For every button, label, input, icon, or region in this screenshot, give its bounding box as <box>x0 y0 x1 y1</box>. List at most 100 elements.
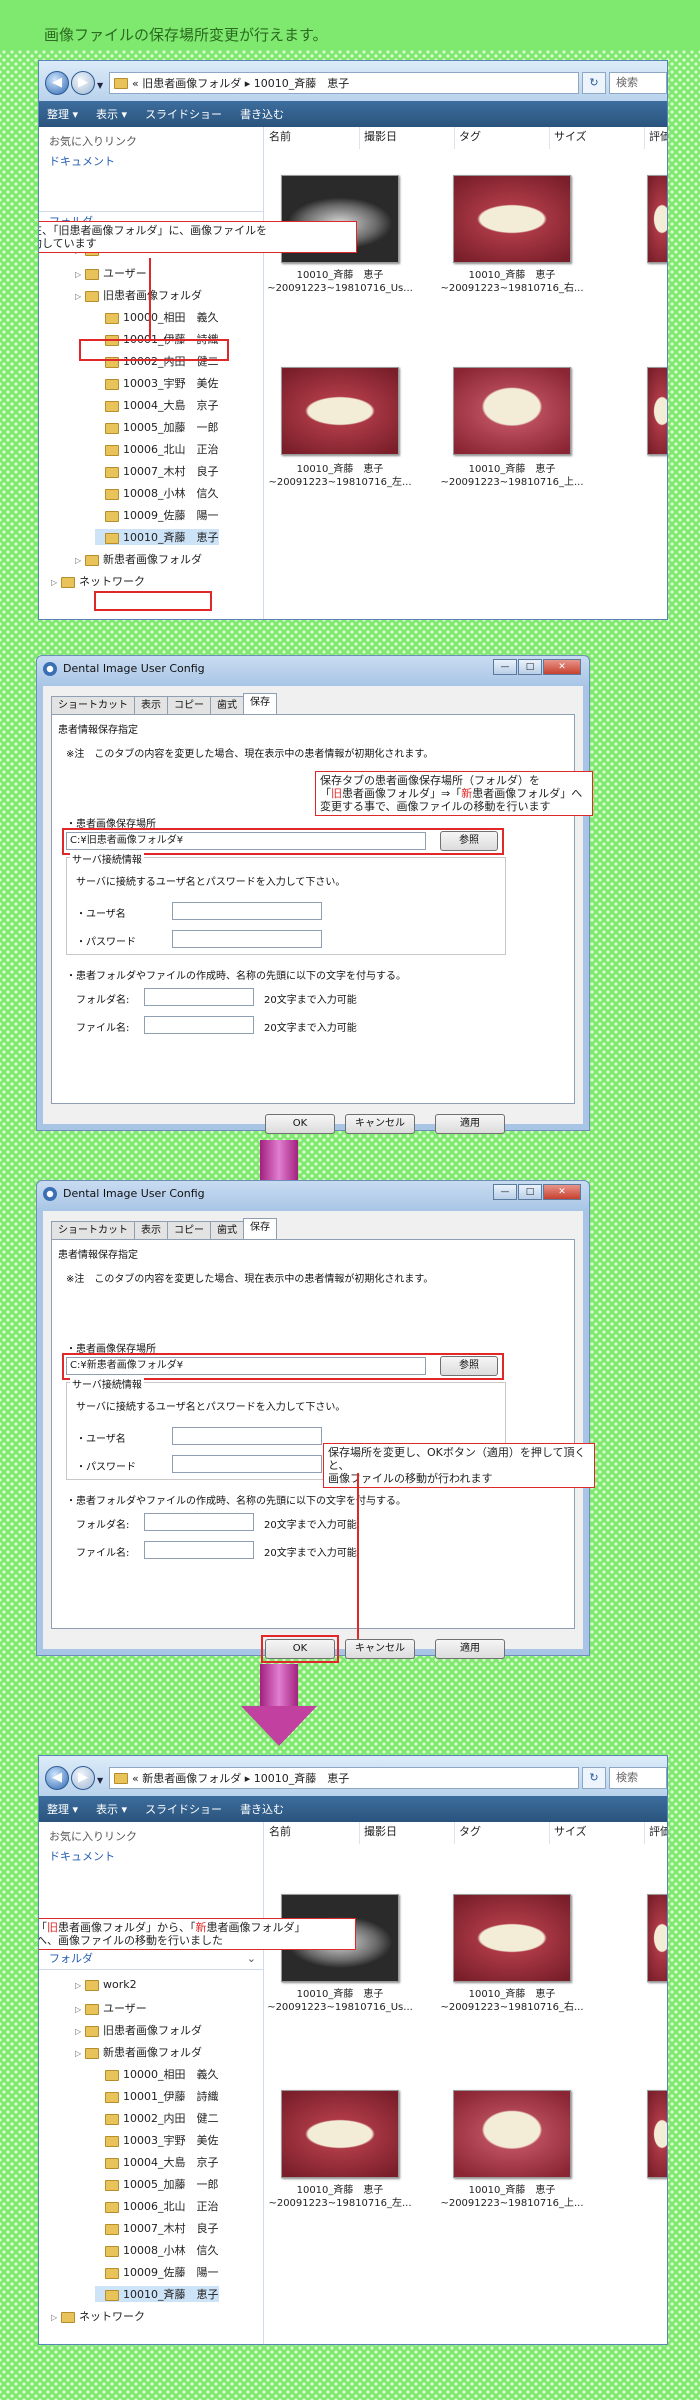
teeth-photo-thumbnail[interactable] <box>453 2090 571 2178</box>
tree-item[interactable]: 10009_佐藤 陽一 <box>95 2264 219 2280</box>
tree-item[interactable]: 10004_大島 京子 <box>95 397 219 413</box>
expand-arrow-icon[interactable]: ▷ <box>75 292 85 301</box>
column-name[interactable]: 名前 <box>265 127 360 149</box>
documents-link[interactable]: ドキュメント <box>49 1848 115 1864</box>
forward-icon[interactable]: ▶ <box>71 71 95 95</box>
tree-item[interactable]: 10008_小林 信久 <box>95 2242 219 2258</box>
partial-thumbnail[interactable] <box>647 175 667 263</box>
column-size[interactable]: サイズ <box>550 1822 645 1844</box>
tree-item[interactable]: 10006_北山 正治 <box>95 2198 219 2214</box>
tree-item[interactable]: ▷ 旧患者画像フォルダ <box>75 2022 202 2038</box>
tree-item[interactable]: ▷ 旧患者画像フォルダ <box>75 287 202 303</box>
expand-arrow-icon[interactable]: ▷ <box>51 578 61 587</box>
refresh-icon[interactable]: ↻ <box>582 72 606 94</box>
tab-shortcut[interactable]: ショートカット <box>51 1221 135 1239</box>
teeth-photo-thumbnail[interactable] <box>453 367 571 455</box>
expand-arrow-icon[interactable]: ▷ <box>75 2027 85 2036</box>
tree-item[interactable]: 10003_宇野 美佐 <box>95 2132 219 2148</box>
password-input[interactable] <box>172 1455 322 1473</box>
expand-arrow-icon[interactable]: ▷ <box>75 556 85 565</box>
slideshow-button[interactable]: スライドショー <box>145 106 222 122</box>
tree-item[interactable]: 10006_北山 正治 <box>95 441 219 457</box>
ok-button[interactable]: OK <box>265 1114 335 1134</box>
organize-button[interactable]: 整理 ▾ <box>47 1801 78 1817</box>
apply-button[interactable]: 適用 <box>435 1639 505 1659</box>
tree-item[interactable]: 10007_木村 良子 <box>95 463 219 479</box>
tree-item[interactable]: 10009_佐藤 陽一 <box>95 507 219 523</box>
burn-button[interactable]: 書き込む <box>240 106 284 122</box>
tab-shortcut[interactable]: ショートカット <box>51 696 135 714</box>
tree-item[interactable]: 10010_斉藤 恵子 <box>95 529 219 545</box>
tab-save[interactable]: 保存 <box>243 1218 277 1239</box>
partial-thumbnail[interactable] <box>647 2090 667 2178</box>
back-icon[interactable]: ◀ <box>45 1766 69 1790</box>
cancel-button[interactable]: キャンセル <box>345 1639 415 1659</box>
tree-item[interactable]: 10000_相田 義久 <box>95 309 219 325</box>
tab-display[interactable]: 表示 <box>134 696 168 714</box>
tree-item[interactable]: 10005_加藤 一郎 <box>95 2176 219 2192</box>
teeth-photo-thumbnail[interactable] <box>453 175 571 263</box>
folder-name-input[interactable] <box>144 1513 254 1531</box>
tree-item[interactable]: ▷ ネットワーク <box>51 2308 145 2324</box>
tree-item[interactable]: ▷ ユーザー <box>75 2000 147 2016</box>
teeth-photo-thumbnail[interactable] <box>281 2090 399 2178</box>
organize-button[interactable]: 整理 ▾ <box>47 106 78 122</box>
partial-thumbnail[interactable] <box>647 1894 667 1982</box>
tab-display[interactable]: 表示 <box>134 1221 168 1239</box>
tree-item[interactable]: ▷ work2 <box>75 1978 137 1991</box>
tree-item[interactable]: 10001_伊藤 詩織 <box>95 2088 219 2104</box>
minimize-icon[interactable]: — <box>493 659 517 675</box>
burn-button[interactable]: 書き込む <box>240 1801 284 1817</box>
refresh-icon[interactable]: ↻ <box>582 1767 606 1789</box>
tree-item[interactable]: ▷ 新患者画像フォルダ <box>75 551 202 567</box>
forward-icon[interactable]: ▶ <box>71 1766 95 1790</box>
tree-item[interactable]: ▷ 新患者画像フォルダ <box>75 2044 202 2060</box>
address-field[interactable]: « 新患者画像フォルダ ▸ 10010_斉藤 恵子 <box>109 1767 579 1789</box>
slideshow-button[interactable]: スライドショー <box>145 1801 222 1817</box>
username-input[interactable] <box>172 902 322 920</box>
history-dropdown-icon[interactable]: ▼ <box>97 81 103 90</box>
password-input[interactable] <box>172 930 322 948</box>
close-icon[interactable]: ✕ <box>543 1184 581 1200</box>
tree-item[interactable]: 10004_大島 京子 <box>95 2154 219 2170</box>
tab-copy[interactable]: コピー <box>167 696 211 714</box>
breadcrumb-current[interactable]: 10010_斉藤 恵子 <box>254 75 350 91</box>
expand-arrow-icon[interactable]: ▷ <box>75 2005 85 2014</box>
column-rating[interactable]: 評価 <box>645 127 667 149</box>
tree-item[interactable]: 10000_相田 義久 <box>95 2066 219 2082</box>
search-input[interactable]: 検索 <box>609 1767 667 1789</box>
file-name-input[interactable] <box>144 1016 254 1034</box>
breadcrumb-root[interactable]: 新患者画像フォルダ <box>142 1770 241 1786</box>
view-button[interactable]: 表示 ▾ <box>96 1801 127 1817</box>
folders-header[interactable]: フォルダ ⌄ <box>39 1948 264 1970</box>
tab-dental-chart[interactable]: 歯式 <box>210 696 244 714</box>
view-button[interactable]: 表示 ▾ <box>96 106 127 122</box>
tree-item[interactable]: 10010_斉藤 恵子 <box>95 2286 219 2302</box>
tree-item[interactable]: 10005_加藤 一郎 <box>95 419 219 435</box>
expand-arrow-icon[interactable]: ▷ <box>75 1981 85 1990</box>
teeth-photo-thumbnail[interactable] <box>281 367 399 455</box>
breadcrumb-root[interactable]: 旧患者画像フォルダ <box>142 75 241 91</box>
cancel-button[interactable]: キャンセル <box>345 1114 415 1134</box>
partial-thumbnail[interactable] <box>647 367 667 455</box>
maximize-icon[interactable]: □ <box>518 1184 542 1200</box>
tree-item[interactable]: 10007_木村 良子 <box>95 2220 219 2236</box>
chevron-up-icon[interactable]: ⌄ <box>247 1949 256 1969</box>
expand-arrow-icon[interactable]: ▷ <box>75 2049 85 2058</box>
back-icon[interactable]: ◀ <box>45 71 69 95</box>
column-tags[interactable]: タグ <box>455 1822 550 1844</box>
tree-item[interactable]: 10003_宇野 美佐 <box>95 375 219 391</box>
expand-arrow-icon[interactable]: ▷ <box>75 270 85 279</box>
column-date[interactable]: 撮影日 <box>360 127 455 149</box>
column-size[interactable]: サイズ <box>550 127 645 149</box>
column-date[interactable]: 撮影日 <box>360 1822 455 1844</box>
close-icon[interactable]: ✕ <box>543 659 581 675</box>
documents-link[interactable]: ドキュメント <box>49 153 115 169</box>
tab-dental-chart[interactable]: 歯式 <box>210 1221 244 1239</box>
teeth-photo-thumbnail[interactable] <box>453 1894 571 1982</box>
address-field[interactable]: « 旧患者画像フォルダ ▸ 10010_斉藤 恵子 <box>109 72 579 94</box>
expand-arrow-icon[interactable]: ▷ <box>51 2313 61 2322</box>
search-input[interactable]: 検索 <box>609 72 667 94</box>
tab-copy[interactable]: コピー <box>167 1221 211 1239</box>
minimize-icon[interactable]: — <box>493 1184 517 1200</box>
